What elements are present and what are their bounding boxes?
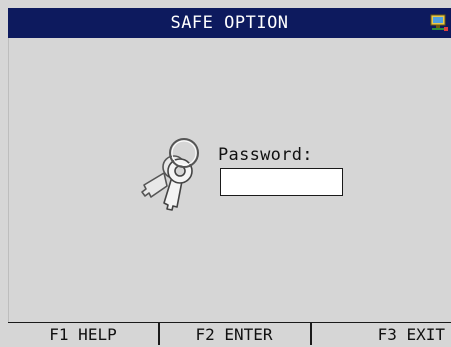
f1-help-button[interactable]: F1 HELP bbox=[8, 323, 158, 345]
title-bar: SAFE OPTION bbox=[8, 8, 451, 38]
f3-exit-button[interactable]: F3 EXIT bbox=[310, 323, 451, 345]
keys-icon bbox=[141, 138, 199, 211]
password-label: Password: bbox=[218, 145, 313, 165]
f2-enter-button[interactable]: F2 ENTER bbox=[158, 323, 310, 345]
network-computer-icon bbox=[430, 14, 448, 31]
function-key-bar: F1 HELP F2 ENTER F3 EXIT bbox=[8, 322, 451, 345]
password-field[interactable] bbox=[220, 168, 343, 196]
safe-option-screen: SAFE OPTION Password: F1 HELP F2 ENTER F… bbox=[0, 0, 451, 345]
screen-title: SAFE OPTION bbox=[170, 13, 289, 33]
content-border bbox=[8, 38, 9, 323]
